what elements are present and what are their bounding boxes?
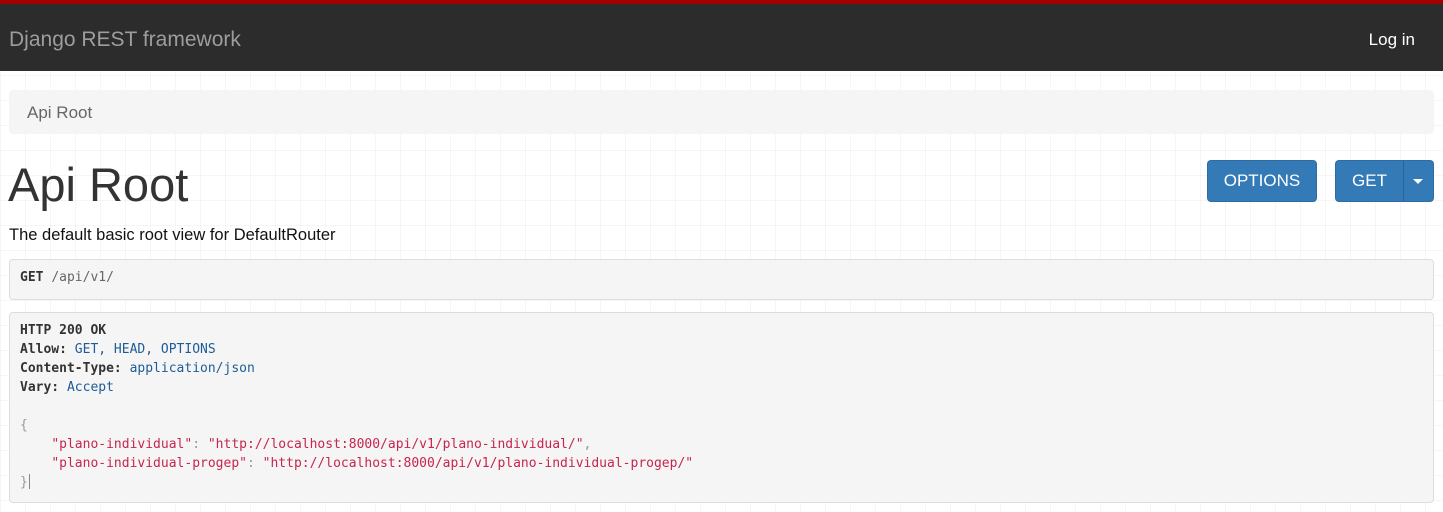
header-value: Accept	[66, 380, 114, 395]
breadcrumb: Api Root	[9, 90, 1434, 134]
json-key: "plano-individual"	[51, 437, 193, 452]
response-status: HTTP 200 OK	[20, 321, 106, 340]
breadcrumb-item-api-root[interactable]: Api Root	[27, 103, 92, 123]
json-link[interactable]: "http://localhost:8000/api/v1/plano-indi…	[208, 437, 584, 452]
navbar: Django REST framework Log in	[0, 0, 1443, 71]
response-header-vary: Vary: Accept	[20, 378, 114, 397]
header-name: Content-Type:	[20, 361, 122, 376]
options-button[interactable]: OPTIONS	[1207, 160, 1317, 202]
json-key: "plano-individual-progep"	[51, 456, 247, 471]
response-header-allow: Allow: GET, HEAD, OPTIONS	[20, 340, 216, 359]
response-header-content-type: Content-Type: application/json	[20, 359, 255, 378]
text-cursor	[28, 474, 30, 489]
status-line: HTTP 200 OK	[20, 323, 107, 338]
get-format-dropdown-button[interactable]	[1403, 160, 1434, 202]
header-name: Allow:	[20, 342, 67, 357]
header-value: application/json	[129, 361, 255, 376]
response-info: HTTP 200 OK Allow: GET, HEAD, OPTIONS Co…	[9, 312, 1434, 503]
json-entry: "plano-individual": "http://localhost:80…	[51, 437, 592, 452]
login-link[interactable]: Log in	[1369, 30, 1415, 50]
page-title: Api Root	[8, 158, 189, 211]
header-value: GET, HEAD, OPTIONS	[74, 342, 216, 357]
request-path: /api/v1/	[51, 270, 114, 285]
brand-link[interactable]: Django REST framework	[9, 28, 241, 52]
get-button[interactable]: GET	[1335, 160, 1404, 202]
json-link[interactable]: "http://localhost:8000/api/v1/plano-indi…	[263, 456, 693, 471]
json-entry: "plano-individual-progep": "http://local…	[51, 456, 694, 471]
header-name: Vary:	[20, 380, 60, 395]
caret-down-icon	[1413, 179, 1423, 184]
request-line: GET /api/v1/	[20, 268, 114, 287]
request-method: GET	[20, 270, 44, 285]
json-close-brace: }	[20, 474, 30, 490]
request-info: GET /api/v1/	[9, 259, 1434, 300]
json-open-brace: {	[20, 418, 28, 433]
page-description: The default basic root view for DefaultR…	[9, 226, 336, 244]
